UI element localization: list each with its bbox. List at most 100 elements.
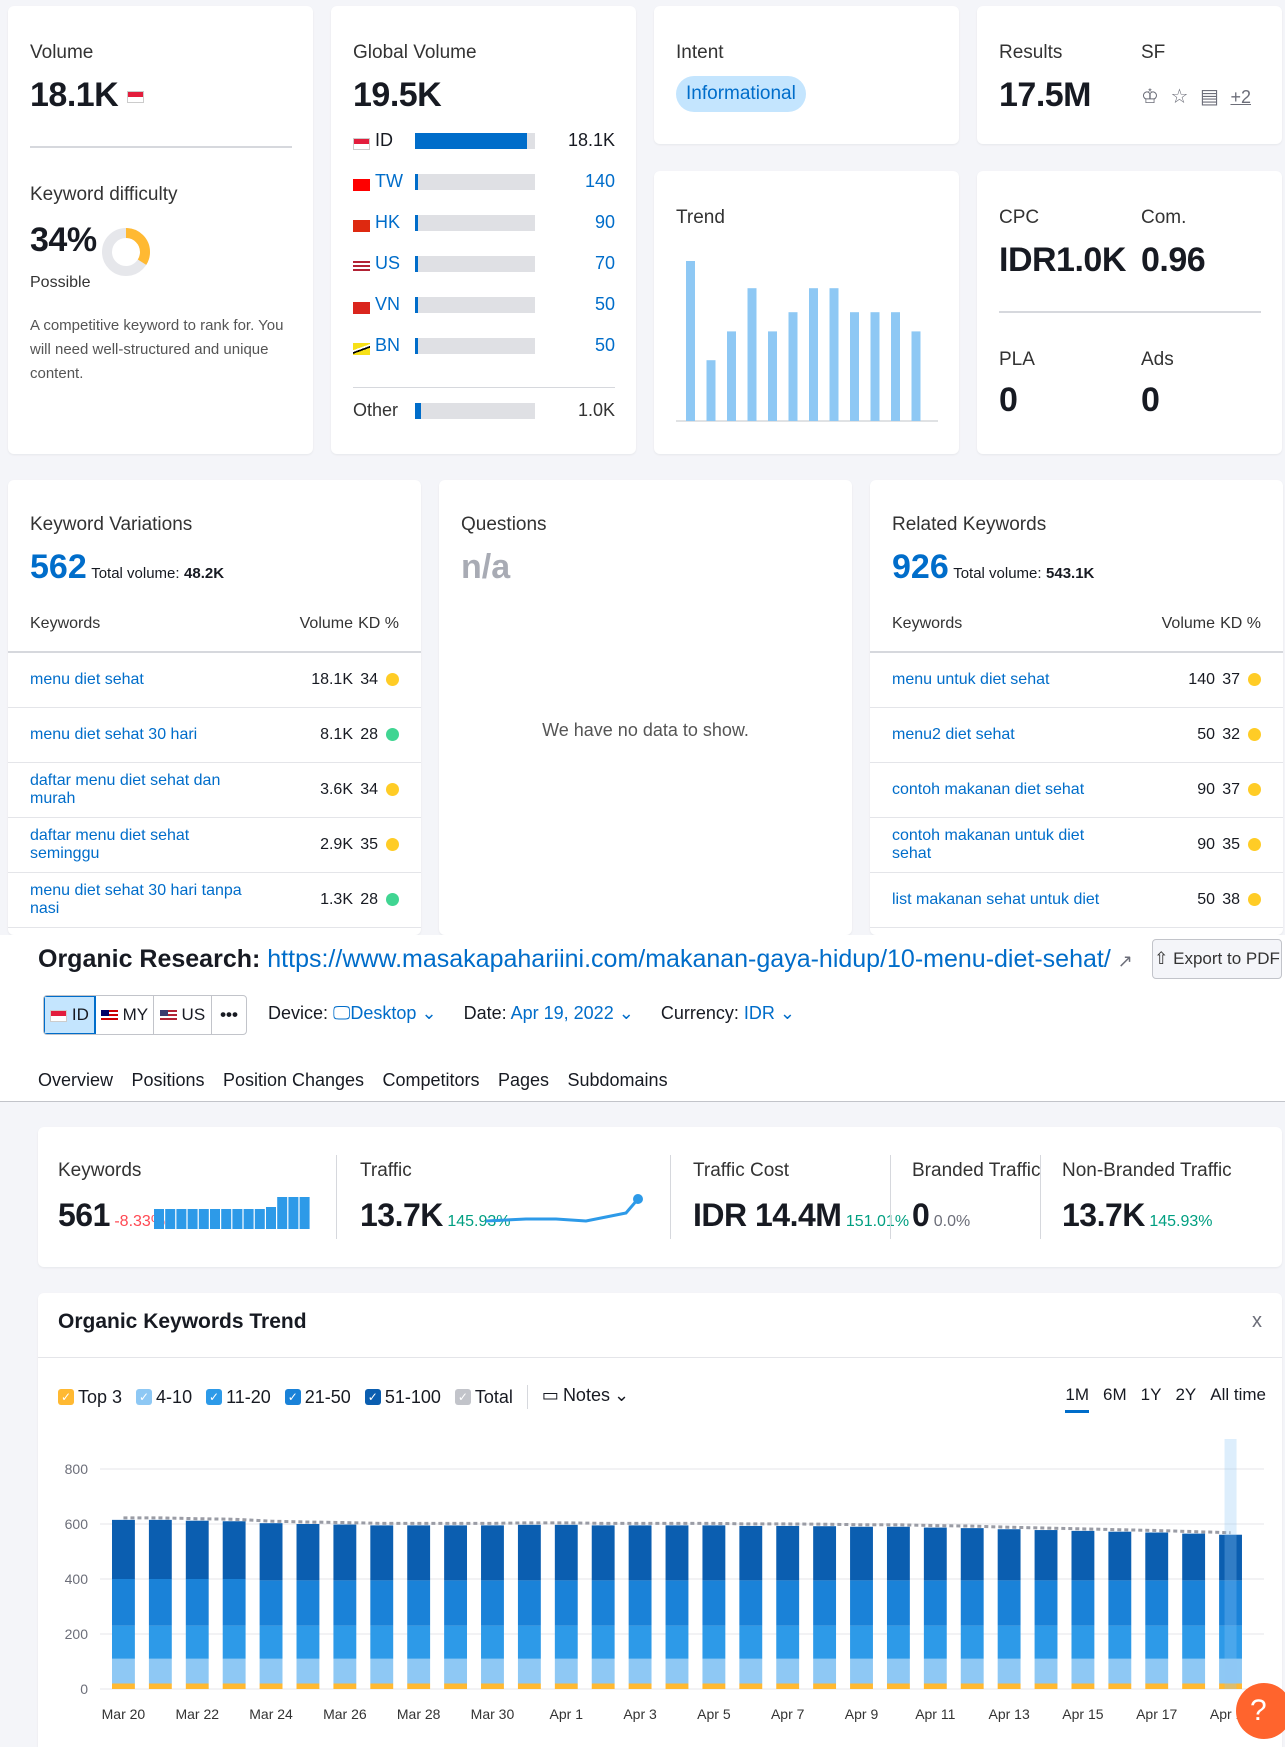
bar-segment-top-3[interactable] (739, 1683, 763, 1690)
bar-segment-51-100[interactable] (481, 1525, 504, 1581)
bar-segment-11-20[interactable] (1034, 1625, 1058, 1659)
bar-segment-51-100[interactable] (112, 1519, 135, 1579)
traffic-value[interactable]: 13.7K (360, 1197, 443, 1233)
related-count[interactable]: 926 (892, 548, 949, 586)
tab-competitors[interactable]: Competitors (383, 1070, 480, 1101)
bar-segment-4-10[interactable] (222, 1658, 246, 1684)
bar-segment-top-3[interactable] (112, 1683, 135, 1690)
bar-segment-21-50[interactable] (997, 1580, 1021, 1626)
db-tab-us[interactable]: US (154, 996, 212, 1034)
bar-segment-51-100[interactable] (1034, 1530, 1058, 1581)
bar-segment-top-3[interactable] (1108, 1683, 1132, 1690)
bar-segment-11-20[interactable] (1108, 1625, 1132, 1659)
bar-segment-11-20[interactable] (1145, 1625, 1169, 1659)
bar-segment-4-10[interactable] (370, 1658, 394, 1684)
bar-segment-4-10[interactable] (813, 1658, 837, 1684)
country-code[interactable]: US (375, 253, 400, 274)
bar-segment-21-50[interactable] (739, 1580, 763, 1626)
bar-segment-51-100[interactable] (628, 1525, 652, 1581)
bar-segment-11-20[interactable] (444, 1625, 468, 1659)
bar-segment-21-50[interactable] (813, 1580, 837, 1626)
bar-segment-4-10[interactable] (554, 1658, 578, 1684)
crown-icon[interactable]: ♔ (1141, 86, 1159, 108)
legend-top-3[interactable]: ✓ Top 3 (58, 1387, 122, 1408)
bar-segment-4-10[interactable] (444, 1658, 468, 1684)
bar-segment-51-100[interactable] (407, 1525, 431, 1581)
col-kd[interactable]: KD % (1215, 596, 1283, 653)
bar-segment-4-10[interactable] (776, 1658, 800, 1684)
bar-segment-11-20[interactable] (407, 1625, 431, 1659)
keyword-link[interactable]: menu diet sehat 30 hari (30, 726, 197, 743)
bar-segment-21-50[interactable] (517, 1580, 541, 1626)
bar-segment-top-3[interactable] (1182, 1683, 1206, 1690)
db-tab-my[interactable]: MY (96, 996, 154, 1034)
country-volume[interactable]: 90 (595, 212, 615, 233)
bar-segment-21-50[interactable] (1071, 1580, 1095, 1626)
country-volume[interactable]: 50 (595, 294, 615, 315)
intent-badge[interactable]: Informational (676, 76, 806, 112)
bar-segment-51-100[interactable] (1071, 1530, 1095, 1581)
bar-segment-11-20[interactable] (259, 1625, 283, 1659)
bar-segment-4-10[interactable] (517, 1658, 541, 1684)
article-icon[interactable]: ▤ (1200, 86, 1219, 108)
bar-segment-51-100[interactable] (554, 1524, 578, 1581)
bar-segment-51-100[interactable] (960, 1528, 984, 1581)
country-volume[interactable]: 70 (595, 253, 615, 274)
device-select[interactable]: 🖵Desktop ⌄ (333, 1003, 442, 1023)
bar-segment-top-3[interactable] (923, 1683, 947, 1690)
bar-segment-21-50[interactable] (222, 1579, 246, 1626)
bar-segment-top-3[interactable] (370, 1683, 394, 1690)
country-code[interactable]: ID (375, 130, 393, 151)
bar-segment-51-100[interactable] (665, 1525, 689, 1581)
bar-segment-4-10[interactable] (112, 1658, 135, 1684)
bar-segment-51-100[interactable] (259, 1523, 283, 1581)
bar-segment-top-3[interactable] (333, 1683, 357, 1690)
country-code[interactable]: TW (375, 171, 403, 192)
bar-segment-21-50[interactable] (776, 1580, 800, 1626)
bar-segment-21-50[interactable] (481, 1580, 504, 1626)
bar-segment-top-3[interactable] (517, 1683, 541, 1690)
range-all-time[interactable]: All time (1210, 1385, 1266, 1410)
bar-segment-21-50[interactable] (259, 1580, 283, 1626)
country-code[interactable]: HK (375, 212, 400, 233)
bar-segment-51-100[interactable] (739, 1525, 763, 1581)
bar-segment-21-50[interactable] (296, 1580, 320, 1626)
bar-segment-top-3[interactable] (591, 1683, 615, 1690)
bar-segment-4-10[interactable] (997, 1658, 1021, 1684)
bar-segment-4-10[interactable] (1145, 1658, 1169, 1684)
country-volume[interactable]: 50 (595, 335, 615, 356)
bar-segment-top-3[interactable] (148, 1683, 172, 1690)
bar-segment-51-100[interactable] (1145, 1532, 1169, 1581)
bar-segment-21-50[interactable] (628, 1580, 652, 1626)
bar-segment-11-20[interactable] (960, 1625, 984, 1659)
export-pdf-button[interactable]: ⇧ Export to PDF (1152, 939, 1282, 979)
bar-segment-11-20[interactable] (702, 1625, 726, 1659)
keyword-link[interactable]: menu diet sehat 30 hari tanpa nasi (30, 882, 242, 917)
tab-positions[interactable]: Positions (131, 1070, 204, 1101)
bar-segment-51-100[interactable] (370, 1525, 394, 1581)
bar-segment-21-50[interactable] (185, 1579, 209, 1626)
bar-segment-top-3[interactable] (813, 1683, 837, 1690)
bar-segment-top-3[interactable] (1071, 1683, 1095, 1690)
bar-segment-21-50[interactable] (1182, 1580, 1206, 1626)
bar-segment-4-10[interactable] (665, 1658, 689, 1684)
bar-segment-top-3[interactable] (960, 1683, 984, 1690)
bar-segment-51-100[interactable] (517, 1524, 541, 1581)
bar-segment-51-100[interactable] (923, 1527, 947, 1581)
bar-segment-11-20[interactable] (850, 1625, 873, 1659)
bar-segment-11-20[interactable] (185, 1625, 209, 1659)
bar-segment-top-3[interactable] (850, 1683, 873, 1690)
range-1y[interactable]: 1Y (1141, 1385, 1162, 1410)
branded-value[interactable]: 0 (912, 1197, 930, 1233)
bar-segment-11-20[interactable] (591, 1625, 615, 1659)
bar-segment-21-50[interactable] (112, 1579, 135, 1626)
legend-11-20[interactable]: ✓ 11-20 (206, 1387, 271, 1408)
bar-segment-11-20[interactable] (923, 1625, 947, 1659)
bar-segment-21-50[interactable] (444, 1580, 468, 1626)
bar-segment-11-20[interactable] (112, 1625, 135, 1659)
bar-segment-4-10[interactable] (333, 1658, 357, 1684)
bar-segment-top-3[interactable] (776, 1683, 800, 1690)
bar-segment-21-50[interactable] (886, 1580, 910, 1626)
keyword-link[interactable]: menu2 diet sehat (892, 726, 1015, 743)
tab-pages[interactable]: Pages (498, 1070, 549, 1101)
